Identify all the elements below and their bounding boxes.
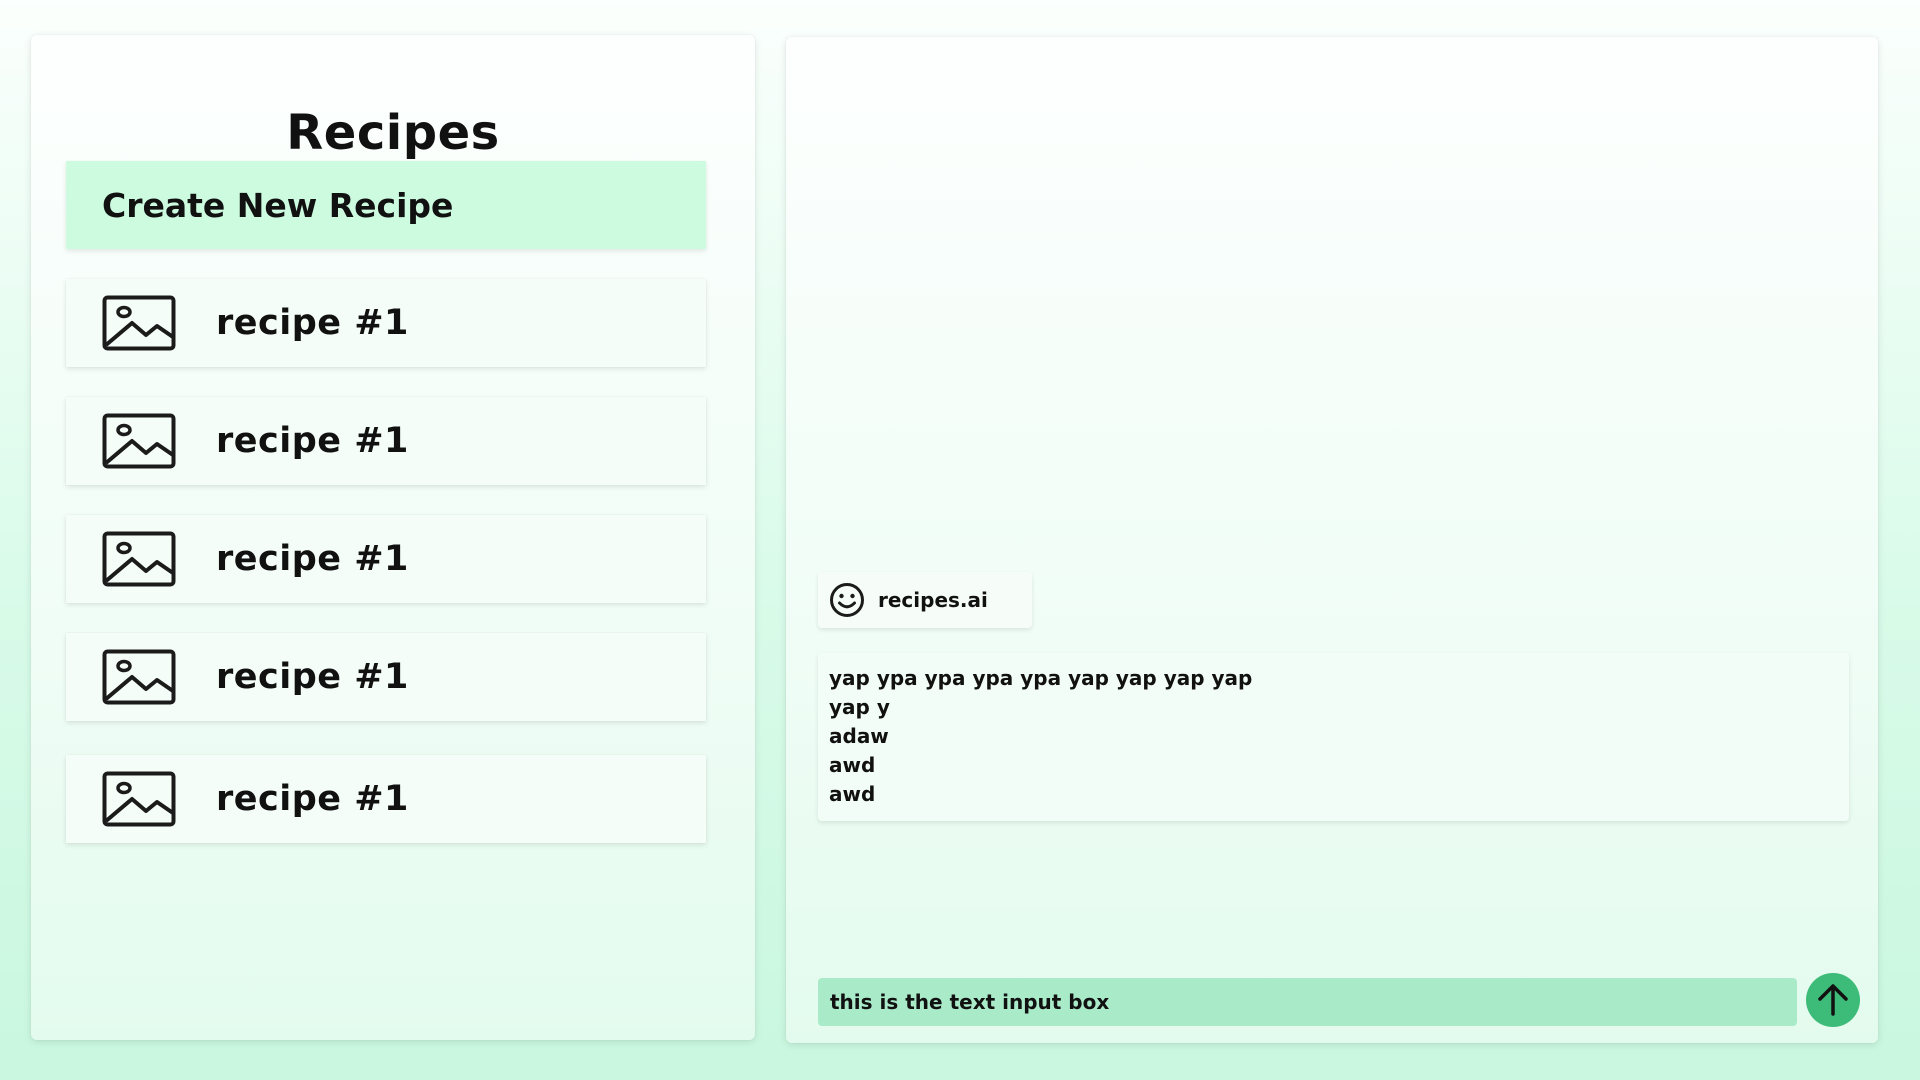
recipe-list-item-label: recipe #1 (216, 539, 409, 579)
recipe-list-item-label: recipe #1 (216, 303, 409, 343)
image-icon (102, 771, 176, 827)
message-line: yap ypa ypa ypa ypa yap yap yap yap (829, 666, 1253, 690)
recipe-list-item[interactable]: recipe #1 (66, 633, 706, 721)
recipe-list-item[interactable]: recipe #1 (66, 279, 706, 367)
arrow-up-icon (1818, 984, 1848, 1016)
smiley-icon (830, 583, 864, 617)
bot-name: recipes.ai (878, 588, 988, 612)
message-line: awd (829, 753, 876, 777)
message-line: yap y (829, 695, 890, 719)
chat-input[interactable] (818, 978, 1797, 1026)
bot-message: yap ypa ypa ypa ypa yap yap yap yap yap … (818, 653, 1849, 821)
image-icon (102, 531, 176, 587)
recipe-list-item[interactable]: recipe #1 (66, 515, 706, 603)
image-icon (102, 413, 176, 469)
recipes-sidebar: Recipes Create New Recipe recipe #1 reci… (31, 35, 755, 1040)
chat-panel: recipes.ai yap ypa ypa ypa ypa yap yap y… (786, 37, 1878, 1043)
recipe-list-item[interactable]: recipe #1 (66, 397, 706, 485)
send-button[interactable] (1806, 973, 1860, 1027)
message-line: adaw (829, 724, 889, 748)
recipe-list-item-label: recipe #1 (216, 421, 409, 461)
recipe-list-item[interactable]: recipe #1 (66, 755, 706, 843)
image-icon (102, 295, 176, 351)
bot-name-chip: recipes.ai (818, 572, 1032, 628)
page-title: Recipes (286, 105, 500, 161)
recipe-list-item-label: recipe #1 (216, 657, 409, 697)
image-icon (102, 649, 176, 705)
recipe-list-item-label: recipe #1 (216, 779, 409, 819)
message-line: awd (829, 782, 876, 806)
create-new-recipe-button[interactable]: Create New Recipe (66, 161, 706, 249)
